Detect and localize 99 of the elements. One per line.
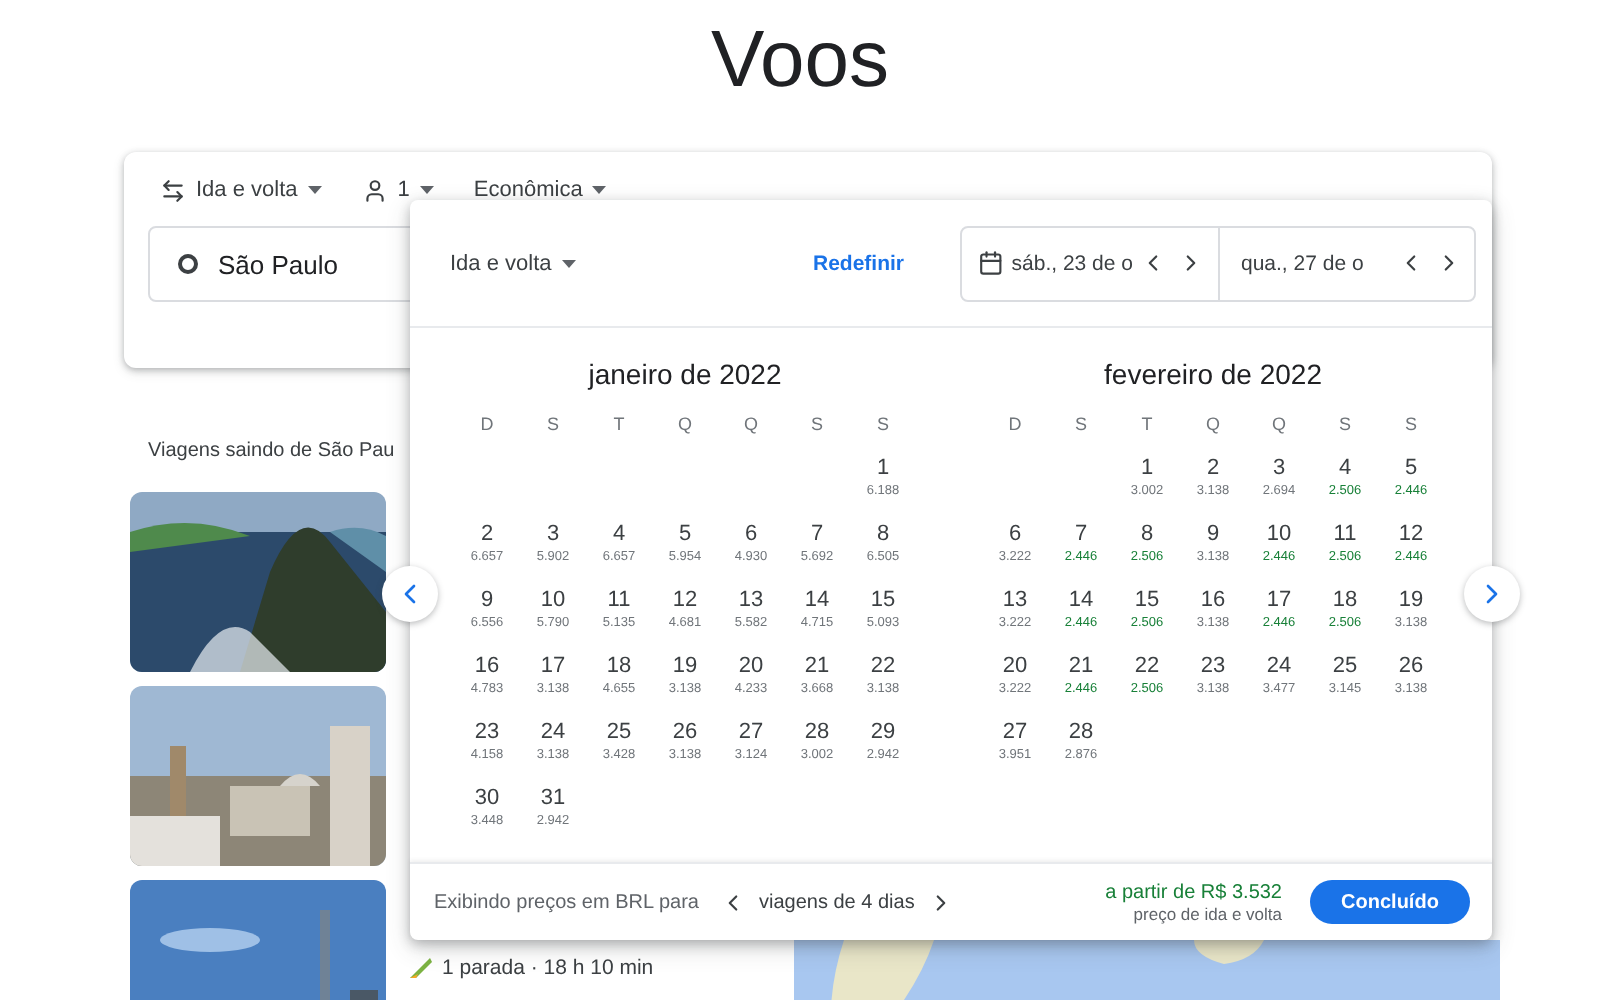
day-number[interactable]: 26 xyxy=(672,720,698,746)
caret-icon xyxy=(307,186,322,194)
weekday-label: T xyxy=(1139,412,1155,438)
day-number[interactable]: 22 xyxy=(870,654,896,680)
day-number[interactable]: 13 xyxy=(738,588,764,614)
weekday-label: Q xyxy=(675,412,694,438)
weekday-label: D xyxy=(1006,412,1024,438)
done-button[interactable]: Concluído xyxy=(1310,880,1470,924)
day-number[interactable]: 15 xyxy=(870,588,896,614)
day-number[interactable]: 8 xyxy=(1140,522,1154,548)
weekday-label: S xyxy=(1402,412,1419,438)
weekday-label: S xyxy=(808,412,825,438)
weekday-label: Q xyxy=(1203,412,1222,438)
day-number[interactable]: 12 xyxy=(672,588,698,614)
departure-date[interactable]: sáb., 23 de o xyxy=(1011,251,1133,275)
page-title: Voos xyxy=(709,14,891,108)
caret-icon xyxy=(592,186,607,194)
day-number[interactable]: 6 xyxy=(1008,522,1022,548)
trip-type-dropdown[interactable]: Ida e volta xyxy=(160,177,322,203)
person-icon xyxy=(361,177,388,203)
starting-price: a partir de R$ 3.532 xyxy=(1105,881,1282,903)
day-number[interactable]: 31 xyxy=(540,786,566,812)
day-number[interactable]: 29 xyxy=(870,720,896,746)
weekday-label: S xyxy=(1072,412,1089,438)
day-number[interactable]: 15 xyxy=(1134,588,1160,614)
day-number[interactable]: 12 xyxy=(1398,522,1424,548)
day-number[interactable]: 24 xyxy=(1266,654,1292,680)
day-number[interactable]: 16 xyxy=(1200,588,1226,614)
day-number[interactable]: 2 xyxy=(480,522,494,548)
weekday-label: S xyxy=(544,412,561,438)
month-title: fevereiro de 2022 xyxy=(1102,356,1324,392)
section-heading: Viagens saindo de São Pau xyxy=(148,440,395,466)
cabin-class-dropdown[interactable]: Econômica xyxy=(473,178,607,202)
day-number[interactable]: 11 xyxy=(1333,522,1357,548)
day-number[interactable]: 25 xyxy=(606,720,632,746)
passengers-dropdown[interactable]: 1 xyxy=(361,177,434,203)
day-number[interactable]: 4 xyxy=(612,522,626,548)
weekday-label: S xyxy=(1336,412,1353,438)
day-number[interactable]: 24 xyxy=(540,720,566,746)
day-number[interactable]: 26 xyxy=(1398,654,1424,680)
flight-details: 1 parada · 18 h 10 min xyxy=(410,956,654,980)
day-number[interactable]: 23 xyxy=(474,720,500,746)
day-number[interactable]: 3 xyxy=(546,522,560,548)
swap-arrows-icon xyxy=(160,177,186,203)
day-number[interactable]: 9 xyxy=(1206,522,1220,548)
day-number[interactable]: 18 xyxy=(1332,588,1358,614)
weekday-label: D xyxy=(478,412,496,438)
day-number[interactable]: 18 xyxy=(606,654,632,680)
price-note: Exibindo preços em BRL para xyxy=(434,891,699,913)
price-type: preço de ida e volta xyxy=(1133,903,1282,923)
day-number[interactable]: 30 xyxy=(474,786,500,812)
day-number[interactable]: 7 xyxy=(810,522,824,548)
day-number[interactable]: 25 xyxy=(1332,654,1358,680)
day-number[interactable]: 3 xyxy=(1272,456,1286,482)
trip-type-dropdown[interactable]: Ida e volta xyxy=(450,251,576,275)
day-number[interactable]: 27 xyxy=(738,720,764,746)
return-date[interactable]: qua., 27 de o xyxy=(1241,251,1390,275)
day-number[interactable]: 19 xyxy=(672,654,698,680)
weekday-label: Q xyxy=(741,412,760,438)
weekday-label: S xyxy=(874,412,891,438)
day-number[interactable]: 20 xyxy=(1002,654,1028,680)
day-number[interactable]: 5 xyxy=(1404,456,1418,482)
airplane-icon xyxy=(410,957,432,979)
day-number[interactable]: 19 xyxy=(1398,588,1424,614)
day-number[interactable]: 21 xyxy=(804,654,830,680)
day-number[interactable]: 1 xyxy=(876,456,890,482)
day-number[interactable]: 17 xyxy=(1266,588,1292,614)
day-number[interactable]: 9 xyxy=(480,588,494,614)
day-number[interactable]: 2 xyxy=(1206,456,1220,482)
reset-link[interactable]: Redefinir xyxy=(812,251,904,275)
day-number[interactable]: 17 xyxy=(540,654,566,680)
caret-icon xyxy=(561,259,576,267)
month-title: janeiro de 2022 xyxy=(585,356,784,392)
day-number[interactable]: 10 xyxy=(540,588,566,614)
day-number[interactable]: 20 xyxy=(738,654,764,680)
day-number[interactable]: 16 xyxy=(474,654,500,680)
day-number[interactable]: 27 xyxy=(1002,720,1028,746)
day-number[interactable]: 28 xyxy=(1068,720,1094,746)
day-number[interactable]: 22 xyxy=(1134,654,1160,680)
day-number[interactable]: 11 xyxy=(607,588,631,614)
day-number[interactable]: 10 xyxy=(1266,522,1292,548)
caret-icon xyxy=(419,186,434,194)
day-number[interactable]: 14 xyxy=(804,588,830,614)
day-number[interactable]: 14 xyxy=(1068,588,1094,614)
day-number[interactable]: 5 xyxy=(678,522,692,548)
day-number[interactable]: 8 xyxy=(876,522,890,548)
weekday-label: Q xyxy=(1269,412,1288,438)
weekday-label: T xyxy=(611,412,627,438)
day-number[interactable]: 7 xyxy=(1074,522,1088,548)
day-number[interactable]: 4 xyxy=(1338,456,1352,482)
day-number[interactable]: 13 xyxy=(1002,588,1028,614)
day-number[interactable]: 6 xyxy=(744,522,758,548)
trip-duration: viagens de 4 dias xyxy=(758,891,915,913)
day-number[interactable]: 1 xyxy=(1140,456,1154,482)
day-number[interactable]: 21 xyxy=(1068,654,1094,680)
calendar-icon xyxy=(978,248,1004,278)
circle-icon xyxy=(178,254,198,274)
day-number[interactable]: 28 xyxy=(804,720,830,746)
day-number[interactable]: 23 xyxy=(1200,654,1226,680)
